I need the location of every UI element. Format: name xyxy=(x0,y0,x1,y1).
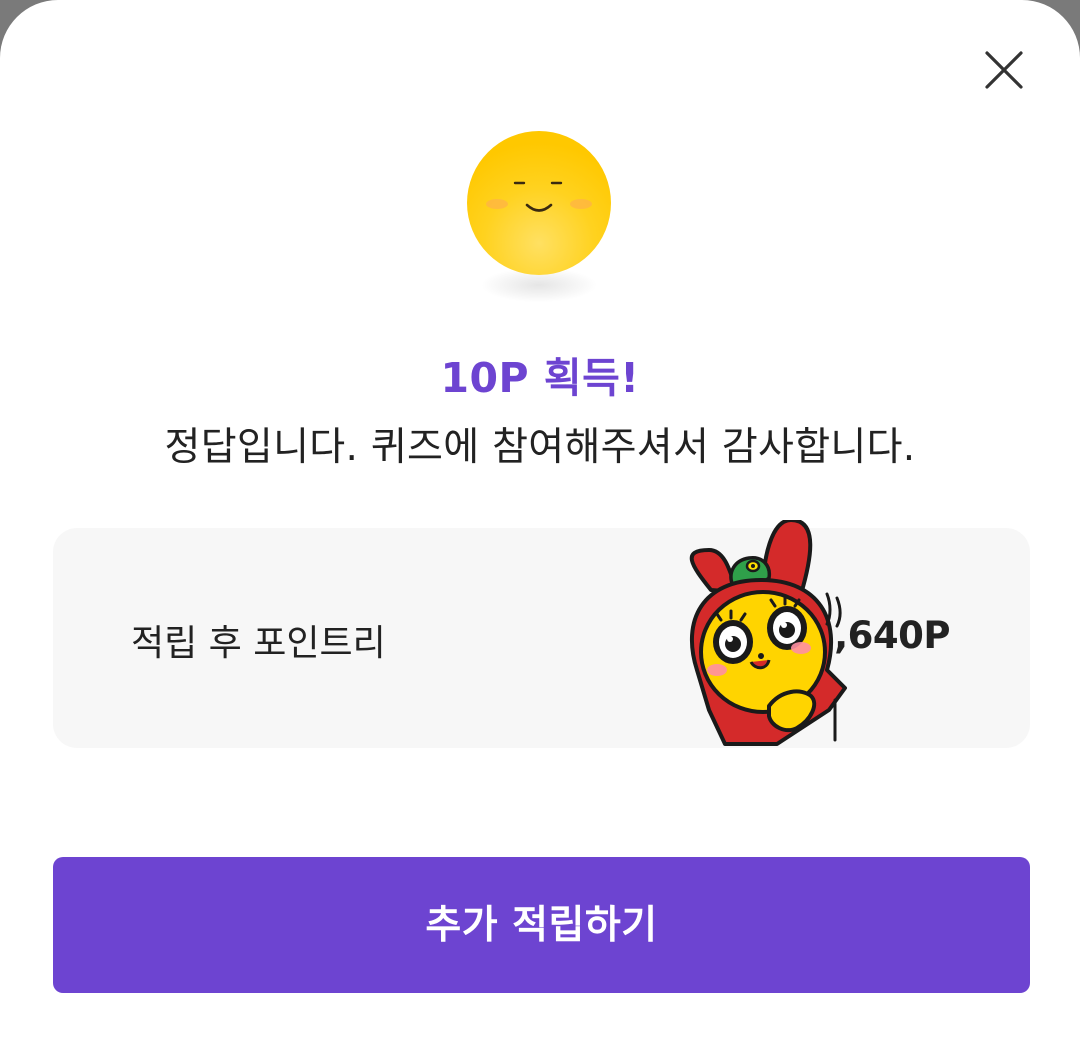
character-sticker xyxy=(651,518,861,755)
earn-more-button[interactable]: 추가 적립하기 xyxy=(53,857,1030,993)
reward-title: 10P 획득! xyxy=(440,354,640,402)
reward-bottom-sheet: 10P 획득! 정답입니다. 퀴즈에 참여해주셔서 감사합니다. 적립 후 포인… xyxy=(0,0,1080,1055)
points-label: 적립 후 포인트리 xyxy=(131,623,386,664)
smiling-face-icon xyxy=(466,130,612,276)
points-card: 적립 후 포인트리 1,640P xyxy=(53,518,1030,748)
reward-message: 정답입니다. 퀴즈에 참여해주셔서 감사합니다. xyxy=(164,425,916,470)
close-button[interactable] xyxy=(978,44,1030,96)
close-icon xyxy=(985,51,1023,89)
